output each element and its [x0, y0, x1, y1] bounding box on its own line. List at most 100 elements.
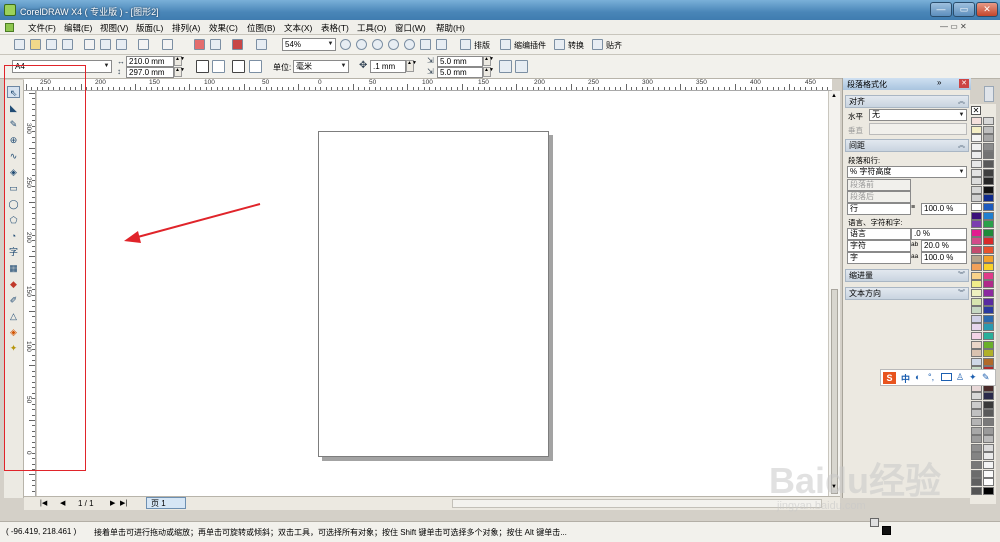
color-swatch[interactable] [971, 168, 982, 177]
unit-select[interactable]: 毫米 ▼ [293, 60, 349, 73]
ime-user-icon[interactable]: ♙ [956, 372, 964, 383]
color-swatch[interactable] [971, 151, 982, 160]
save-icon[interactable] [46, 39, 57, 50]
color-swatch[interactable] [983, 185, 994, 194]
interactive-fill-icon[interactable]: ✦ [7, 342, 20, 354]
color-swatch[interactable] [983, 271, 994, 280]
page-tab[interactable]: 页 1 [146, 497, 186, 509]
options-icon[interactable] [499, 60, 512, 73]
color-swatch[interactable] [971, 409, 982, 418]
color-swatch[interactable] [971, 228, 982, 237]
zoom-width-icon[interactable] [420, 39, 431, 50]
horizontal-ruler[interactable]: 250 200 150 100 50 0 50 100 150 200 250 … [24, 79, 832, 91]
table-tool-icon[interactable]: ▦ [7, 262, 20, 274]
text-tool-icon[interactable]: 字 [7, 246, 20, 258]
color-swatch[interactable] [971, 271, 982, 280]
scroll-thumb[interactable] [831, 289, 838, 494]
open-icon[interactable] [30, 39, 41, 50]
height-spinner[interactable]: ▲▼ [174, 67, 185, 77]
color-swatch[interactable] [971, 125, 982, 134]
zoom-page-icon[interactable] [404, 39, 415, 50]
color-swatch[interactable] [971, 469, 982, 478]
maximize-button[interactable]: ▭ [953, 2, 975, 17]
layout-icon[interactable] [460, 39, 471, 50]
color-swatch[interactable] [983, 160, 994, 168]
color-swatch[interactable] [983, 435, 994, 444]
horizontal-scrollbar[interactable] [452, 499, 822, 508]
color-swatch[interactable] [983, 306, 994, 315]
menu-window[interactable]: 窗口(W) [395, 22, 426, 34]
language-spacing-input[interactable]: .0 % [911, 228, 967, 240]
color-swatch[interactable] [971, 357, 982, 366]
color-swatch[interactable] [983, 280, 994, 289]
close-button[interactable]: ✕ [976, 2, 998, 17]
vertical-align-select[interactable] [869, 123, 967, 135]
new-icon[interactable] [14, 39, 25, 50]
color-swatch[interactable] [971, 211, 982, 220]
color-swatch[interactable] [983, 134, 994, 143]
color-swatch[interactable] [971, 160, 982, 168]
section-indent-header[interactable]: 缩进量 ︾ [845, 269, 969, 282]
docker-tab-strip[interactable] [984, 86, 994, 102]
duplicate-y-input[interactable]: 5.0 mm [437, 67, 483, 78]
ime-tools-icon[interactable]: ✎ [982, 372, 990, 383]
color-swatch[interactable] [983, 418, 994, 426]
color-swatch[interactable] [983, 443, 994, 452]
color-swatch[interactable] [983, 237, 994, 246]
color-swatch[interactable] [983, 409, 994, 418]
color-swatch[interactable] [983, 478, 994, 487]
menu-table[interactable]: 表格(T) [321, 22, 349, 34]
color-swatch[interactable] [971, 263, 982, 272]
menu-bitmaps[interactable]: 位图(B) [247, 22, 275, 34]
section-align-header[interactable]: 对齐 ︽ [845, 95, 969, 108]
color-swatch[interactable] [971, 400, 982, 409]
color-swatch[interactable] [983, 392, 994, 401]
scroll-up-icon[interactable]: ▲ [831, 93, 837, 99]
color-swatch[interactable] [983, 297, 994, 306]
convert-icon[interactable] [554, 39, 565, 50]
spacing-mode-select[interactable]: % 字符高度 ▼ [847, 166, 967, 178]
basic-shapes-icon[interactable]: ◔ [7, 230, 20, 242]
after-paragraph-field[interactable]: 段落后 [847, 191, 911, 203]
welcome-icon[interactable] [256, 39, 267, 50]
width-spinner[interactable]: ▲▼ [174, 56, 185, 66]
color-swatch[interactable] [971, 289, 982, 297]
ime-keyboard-icon[interactable] [941, 373, 952, 381]
color-swatch[interactable] [971, 314, 982, 323]
minimize-button[interactable]: — [930, 2, 952, 17]
color-swatch[interactable] [983, 323, 994, 332]
first-page-icon[interactable]: |◀ [40, 499, 47, 507]
all-pages-icon[interactable] [232, 60, 245, 73]
portrait-icon[interactable] [196, 60, 209, 73]
app-launcher-icon[interactable] [232, 39, 243, 50]
paste-icon[interactable] [116, 39, 127, 50]
color-swatch[interactable] [983, 220, 994, 229]
polygon-tool-icon[interactable]: ⬠ [7, 214, 20, 226]
shape-tool-icon[interactable]: ◣ [7, 102, 20, 114]
ime-symbol-icon[interactable]: °, [928, 372, 934, 382]
plugin-icon[interactable] [500, 39, 511, 50]
color-swatch[interactable] [983, 486, 994, 495]
menu-file[interactable]: 文件(F) [28, 22, 56, 34]
plugins-label[interactable]: 缩编插件 [514, 40, 546, 51]
color-swatch[interactable] [983, 349, 994, 358]
vertical-scrollbar[interactable]: ▲ ▼ [828, 91, 840, 496]
snap-label[interactable]: 贴齐 [606, 40, 622, 51]
color-swatch[interactable] [971, 486, 982, 495]
freehand-tool-icon[interactable]: ∿ [7, 150, 20, 162]
interactive-blend-icon[interactable]: ◆ [7, 278, 20, 290]
nudge-spinner[interactable]: ▲▼ [406, 60, 417, 72]
rectangle-tool-icon[interactable]: ▭ [7, 182, 20, 194]
prev-page-icon[interactable]: ◀ [60, 499, 65, 507]
color-swatch[interactable] [971, 323, 982, 332]
page-preset-select[interactable]: A4 ▼ [12, 60, 112, 73]
color-swatch[interactable] [983, 151, 994, 160]
color-swatch[interactable] [971, 332, 982, 340]
menu-edit[interactable]: 编辑(E) [64, 22, 92, 34]
color-swatch[interactable] [983, 340, 994, 349]
color-swatch[interactable] [971, 194, 982, 203]
outline-tool-icon[interactable]: △ [7, 310, 20, 322]
color-swatch[interactable] [971, 452, 982, 461]
smart-fill-icon[interactable]: ◈ [7, 166, 20, 178]
color-swatch[interactable] [971, 297, 982, 306]
